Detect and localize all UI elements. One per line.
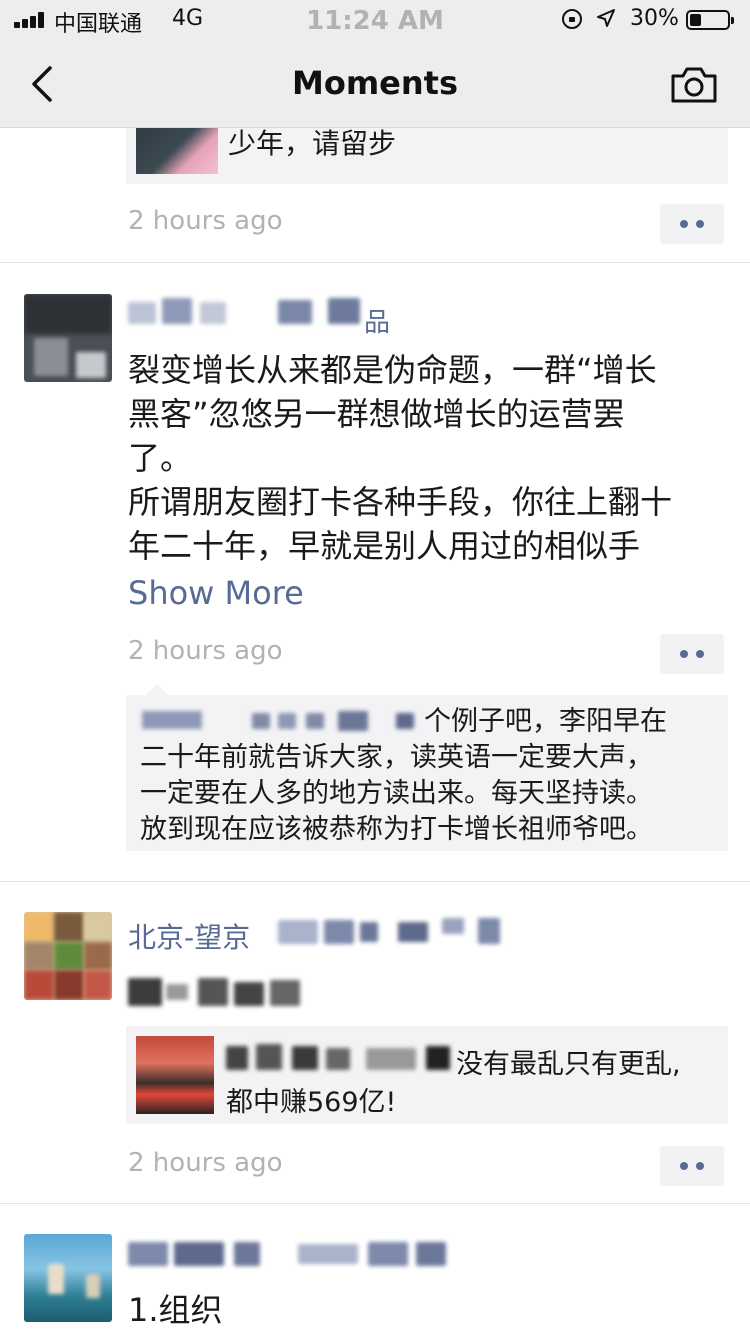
post-line: 了。 bbox=[128, 439, 193, 477]
post-divider bbox=[0, 881, 750, 882]
comment-line: 一定要在人多的地方读出来。每天坚持读。 bbox=[140, 778, 653, 809]
post-timestamp: 2 hours ago bbox=[128, 636, 283, 666]
post-timestamp: 2 hours ago bbox=[128, 1148, 283, 1178]
camera-icon[interactable] bbox=[670, 66, 718, 104]
user-name-redacted[interactable]: 北京-望京 bbox=[128, 914, 508, 954]
shared-link-title-redacted bbox=[226, 1044, 466, 1074]
more-actions-button[interactable] bbox=[660, 204, 724, 244]
avatar[interactable] bbox=[24, 912, 112, 1000]
post-timestamp: 2 hours ago bbox=[128, 206, 283, 236]
user-name-fragment: 北京-望京 bbox=[128, 921, 251, 954]
post-body: 1.组织 bbox=[128, 1291, 223, 1329]
comment-line: 放到现在应该被恭称为打卡增长祖师爷吧。 bbox=[140, 814, 653, 845]
shared-link-title: 都中赚569亿! bbox=[226, 1087, 397, 1118]
post-line: 黑客”忽悠另一群想做增长的运营罢 bbox=[128, 395, 625, 433]
location-icon bbox=[597, 9, 615, 27]
user-name-redacted[interactable] bbox=[128, 1238, 448, 1272]
comment-arrow bbox=[146, 684, 168, 695]
shared-link-title: 没有最乱只有更乱, bbox=[456, 1049, 681, 1080]
navigation-bar: Moments bbox=[0, 40, 750, 128]
post-divider bbox=[0, 262, 750, 263]
post-body-redacted bbox=[128, 976, 328, 1010]
status-bar: 中国联通 4G 11:24 AM 30% bbox=[0, 0, 750, 40]
show-more-link[interactable]: Show More bbox=[128, 574, 304, 612]
user-name-redacted[interactable]: 品 bbox=[128, 296, 408, 338]
avatar[interactable] bbox=[24, 294, 112, 382]
comment-line: 个例子吧，李阳早在 bbox=[424, 706, 667, 737]
comment-text[interactable]: 个例子吧，李阳早在 二十年前就告诉大家，读英语一定要大声， 一定要在人多的地方读… bbox=[140, 704, 720, 848]
post-line: 裂变增长从来都是伪命题，一群“增长 bbox=[128, 351, 657, 389]
shared-link-thumbnail bbox=[136, 120, 218, 174]
user-name-fragment: 品 bbox=[364, 308, 391, 338]
avatar[interactable] bbox=[24, 1234, 112, 1322]
top-bar: 中国联通 4G 11:24 AM 30% Moments bbox=[0, 0, 750, 128]
shared-link-thumbnail bbox=[136, 1036, 214, 1114]
post-body: 裂变增长从来都是伪命题，一群“增长 黑客”忽悠另一群想做增长的运营罢 了。 所谓… bbox=[128, 348, 724, 568]
more-actions-button[interactable] bbox=[660, 634, 724, 674]
comment-line: 二十年前就告诉大家，读英语一定要大声， bbox=[140, 742, 653, 773]
shared-link-card[interactable]: 少年，请留步 bbox=[126, 120, 728, 184]
shared-link-title: 少年，请留步 bbox=[228, 127, 397, 160]
more-actions-button[interactable] bbox=[660, 1146, 724, 1186]
post-line: 年二十年，早就是别人用过的相似手 bbox=[128, 527, 641, 565]
battery-percent: 30% bbox=[630, 6, 679, 31]
rotation-lock-icon bbox=[562, 9, 582, 29]
post-line: 所谓朋友圈打卡各种手段，你往上翻十 bbox=[128, 483, 673, 521]
post-divider bbox=[0, 1203, 750, 1204]
page-title: Moments bbox=[292, 64, 458, 102]
battery-icon bbox=[686, 10, 734, 30]
shared-link-card[interactable]: 没有最乱只有更乱, 都中赚569亿! bbox=[126, 1026, 728, 1124]
moments-feed[interactable]: 少年，请留步 2 hours ago 品 裂变增长从来都是伪命题，一群“增长 黑… bbox=[0, 0, 750, 1334]
